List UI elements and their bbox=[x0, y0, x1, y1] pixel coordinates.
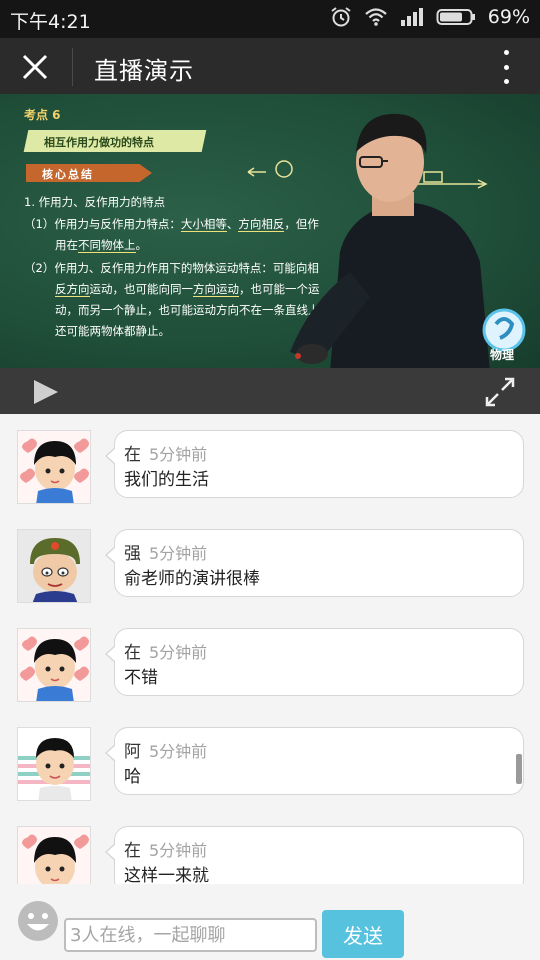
message-user: 在 bbox=[124, 643, 141, 663]
message-text: 俞老师的演讲很棒 bbox=[124, 569, 260, 589]
board-line-1: 1. 作用力、反作用力的特点 bbox=[24, 195, 166, 209]
message-user: 在 bbox=[124, 841, 141, 861]
board-line-3: 用在不同物体上。 bbox=[55, 237, 147, 253]
wifi-icon bbox=[365, 8, 387, 26]
message-bubble: 阿 5分钟前 哈 bbox=[105, 727, 524, 795]
message-text: 不错 bbox=[124, 668, 158, 688]
signal-icon bbox=[400, 8, 423, 26]
avatar-soldier-icon bbox=[18, 530, 90, 602]
avatar[interactable] bbox=[17, 529, 91, 603]
board-line-7: 还可能两物体都静止。 bbox=[55, 324, 170, 338]
chat-message-input[interactable] bbox=[64, 918, 317, 952]
avatar-boy-icon bbox=[18, 629, 90, 701]
message-bubble: 在 5分钟前 这样一来就 bbox=[105, 826, 524, 884]
more-dot bbox=[503, 79, 509, 84]
topic-text: 相互作用力做功的特点 bbox=[44, 136, 154, 149]
chat-list[interactable]: 在 5分钟前 我们的生活 强 5分钟前 俞老师的演讲很棒 在 5分钟前 不错 阿… bbox=[0, 414, 540, 884]
board-line-5: 反方向运动，也可能向同一方向运动，也可能一个运 bbox=[55, 281, 320, 297]
board-line-6: 动，而另一个静止，也可能运动方向不在一条直线上 bbox=[55, 303, 320, 317]
message-time: 5分钟前 bbox=[149, 643, 208, 662]
status-bar: 下午4:21 69% bbox=[0, 0, 540, 38]
message-user: 在 bbox=[124, 445, 141, 465]
kaodian-label: 考点 6 bbox=[24, 108, 61, 122]
close-button[interactable] bbox=[18, 50, 52, 84]
chat-message: 在 5分钟前 我们的生活 bbox=[0, 414, 540, 513]
avatar-boy-icon bbox=[18, 431, 90, 503]
board-highlight: 不同物体上 bbox=[78, 238, 136, 253]
logo-text: 物理 bbox=[490, 347, 514, 362]
play-icon[interactable] bbox=[34, 380, 58, 404]
header-divider bbox=[72, 48, 73, 86]
alarm-icon bbox=[331, 7, 351, 27]
more-dot bbox=[503, 64, 509, 70]
message-text: 这样一来就 bbox=[124, 866, 209, 884]
physics-logo: 物理 bbox=[482, 308, 526, 362]
avatar[interactable] bbox=[17, 430, 91, 504]
message-bubble: 在 5分钟前 我们的生活 bbox=[105, 430, 524, 498]
board-line-4: （2）作用力、反作用力作用下的物体运动特点：可能向相 bbox=[24, 261, 319, 275]
message-time: 5分钟前 bbox=[149, 841, 208, 860]
message-bubble: 强 5分钟前 俞老师的演讲很棒 bbox=[105, 529, 524, 597]
board-text: 用在 bbox=[55, 238, 78, 252]
message-text: 哈 bbox=[124, 767, 141, 787]
status-time: 下午4:21 bbox=[10, 11, 91, 33]
fullscreen-icon bbox=[485, 377, 515, 407]
board-highlight: 大小相等 bbox=[180, 217, 227, 232]
page-title: 直播演示 bbox=[94, 57, 194, 85]
avatar-striped-boy-icon bbox=[18, 728, 90, 800]
message-text: 我们的生活 bbox=[124, 470, 209, 490]
chat-message: 在 5分钟前 这样一来就 bbox=[0, 810, 540, 884]
board-text: 、 bbox=[226, 217, 239, 231]
message-bubble: 在 5分钟前 不错 bbox=[105, 628, 524, 696]
avatar[interactable] bbox=[17, 727, 91, 801]
chat-message: 在 5分钟前 不错 bbox=[0, 612, 540, 711]
teacher-figure bbox=[290, 113, 490, 368]
board-line-2: （1）作用力与反作用力特点：大小相等、方向相反，但作 bbox=[24, 216, 319, 232]
smiley-icon bbox=[18, 901, 58, 941]
video-player[interactable]: 考点 6 相互作用力做功的特点 核心总结 1. 作用力、反作用力的特点 （1）作… bbox=[0, 94, 540, 368]
chat-scrollbar[interactable] bbox=[516, 754, 522, 784]
board-text: 运动，也可能向同一 bbox=[89, 282, 194, 296]
message-user: 强 bbox=[124, 544, 141, 564]
more-options-button[interactable] bbox=[500, 50, 512, 84]
fullscreen-button[interactable] bbox=[484, 376, 516, 408]
battery-percent: 69% bbox=[487, 6, 530, 28]
emoji-button[interactable] bbox=[16, 899, 60, 943]
battery-icon bbox=[436, 9, 475, 25]
message-time: 5分钟前 bbox=[149, 445, 208, 464]
avatar-boy-icon bbox=[18, 827, 90, 884]
close-icon bbox=[22, 54, 48, 80]
chat-message: 阿 5分钟前 哈 bbox=[0, 711, 540, 810]
avatar[interactable] bbox=[17, 826, 91, 884]
message-time: 5分钟前 bbox=[149, 544, 208, 563]
more-dot bbox=[503, 50, 509, 55]
core-text: 核心总结 bbox=[42, 168, 94, 181]
message-user: 阿 bbox=[124, 742, 141, 762]
board-text: 。 bbox=[135, 238, 148, 252]
avatar[interactable] bbox=[17, 628, 91, 702]
video-controls bbox=[0, 368, 540, 414]
board-text: （1）作用力与反作用力特点： bbox=[24, 217, 181, 231]
send-button[interactable]: 发送 bbox=[322, 910, 404, 958]
app-bar: 直播演示 bbox=[0, 38, 540, 94]
message-time: 5分钟前 bbox=[149, 742, 208, 761]
chat-message: 强 5分钟前 俞老师的演讲很棒 bbox=[0, 513, 540, 612]
board-highlight: 反方向 bbox=[55, 282, 90, 297]
board-highlight: 方向运动 bbox=[193, 282, 239, 297]
chat-input-bar: 发送 bbox=[0, 884, 540, 960]
status-icons: 69% bbox=[330, 6, 530, 28]
board-highlight: 方向相反 bbox=[238, 217, 285, 232]
